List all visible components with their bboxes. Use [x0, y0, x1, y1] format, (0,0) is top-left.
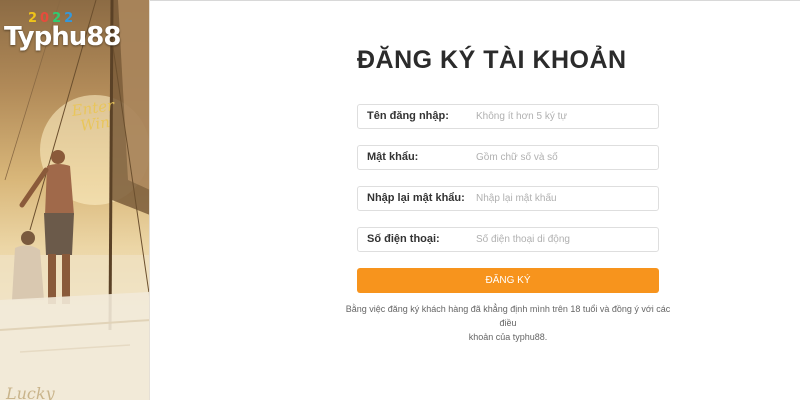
confirm-password-label: Nhập lại mật khẩu: [367, 192, 465, 204]
promo-banner: 2022 Typhu88 Enter Win Lucky [0, 0, 150, 400]
brand-logo: Typhu88 [4, 22, 121, 52]
page-title: ĐĂNG KÝ TÀI KHOẢN [357, 46, 627, 74]
banner-bottom-script: Lucky [6, 384, 55, 400]
terms-line-1: Bằng việc đăng ký khách hàng đã khẳng đị… [345, 304, 671, 328]
username-field: Tên đăng nhập: [357, 104, 659, 129]
phone-label: Số điện thoại: [367, 233, 440, 245]
sailboat-scene-image [0, 0, 149, 400]
password-field: Mật khẩu: [357, 145, 659, 170]
username-label: Tên đăng nhập: [367, 110, 449, 122]
password-input[interactable] [476, 148, 652, 167]
terms-line-2: khoản của typhu88. [468, 332, 548, 342]
phone-field: Số điện thoại: [357, 227, 659, 252]
register-button[interactable]: ĐĂNG KÝ [357, 268, 659, 293]
confirm-password-field: Nhập lại mật khẩu: [357, 186, 659, 211]
password-label: Mật khẩu: [367, 151, 419, 163]
terms-notice: Bằng việc đăng ký khách hàng đã khẳng đị… [337, 302, 679, 344]
phone-input[interactable] [476, 230, 652, 249]
confirm-password-input[interactable] [476, 189, 652, 208]
username-input[interactable] [476, 107, 652, 126]
